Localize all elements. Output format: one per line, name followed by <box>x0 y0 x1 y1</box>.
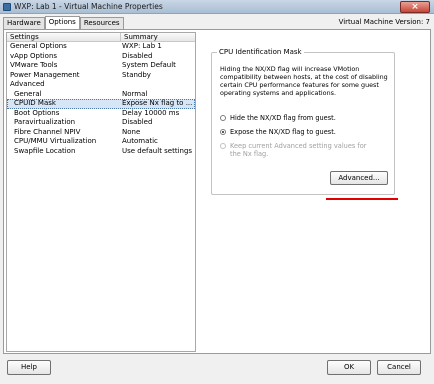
setting-name: Paravirtualization <box>14 118 76 126</box>
option-expose-nx-flag[interactable]: Expose the NX/XD flag to guest. <box>220 128 336 136</box>
group-title: CPU Identification Mask <box>217 48 304 56</box>
settings-row-cpuid-mask[interactable]: CPUID Mask Expose Nx flag to ... <box>7 99 195 109</box>
annotation-underline <box>326 198 398 200</box>
settings-row-fibre-channel-npiv[interactable]: Fibre Channel NPIV None <box>7 128 195 138</box>
advanced-button[interactable]: Advanced... <box>330 171 388 185</box>
properties-window: Hardware Options Resources Virtual Machi… <box>0 14 434 384</box>
setting-name: vApp Options <box>10 51 58 60</box>
option-expose-label: Expose the NX/XD flag to guest. <box>230 128 336 136</box>
settings-row-cpu-mmu-virtualization[interactable]: CPU/MMU Virtualization Automatic <box>7 137 195 147</box>
setting-summary: Use default settings <box>122 146 193 155</box>
option-hide-nx-flag[interactable]: Hide the NX/XD flag from guest. <box>220 114 336 122</box>
help-button[interactable]: Help <box>7 360 51 375</box>
vm-app-icon <box>3 3 11 11</box>
radio-hide[interactable] <box>220 115 226 121</box>
option-keep-label: Keep current Advanced setting values for… <box>230 142 367 158</box>
settings-table-header: Settings Summary <box>7 33 195 42</box>
setting-summary: None <box>122 127 141 136</box>
settings-table: Settings Summary General Options WXP: La… <box>6 32 196 352</box>
settings-row-swapfile-location[interactable]: Swapfile Location Use default settings <box>7 147 195 157</box>
setting-name: Boot Options <box>14 108 60 117</box>
title-bar: WXP: Lab 1 - Virtual Machine Properties … <box>0 0 434 14</box>
setting-summary: Disabled <box>122 118 153 126</box>
setting-name: Advanced <box>10 80 45 88</box>
cpu-identification-mask-group: CPU Identification Mask Hiding the NX/XD… <box>211 48 395 195</box>
settings-row-general-options[interactable]: General Options WXP: Lab 1 <box>7 42 195 52</box>
setting-summary: WXP: Lab 1 <box>122 42 162 50</box>
setting-summary: Disabled <box>122 51 153 60</box>
option-hide-label: Hide the NX/XD flag from guest. <box>230 114 336 122</box>
setting-summary: Standby <box>122 70 151 79</box>
setting-summary: System Default <box>122 61 176 69</box>
settings-row-boot-options[interactable]: Boot Options Delay 10000 ms <box>7 109 195 119</box>
settings-row-power-management[interactable]: Power Management Standby <box>7 71 195 81</box>
close-button[interactable]: × <box>400 1 430 13</box>
settings-row-vapp-options[interactable]: vApp Options Disabled <box>7 52 195 62</box>
radio-expose[interactable] <box>220 129 226 135</box>
setting-name: General Options <box>10 42 67 50</box>
setting-summary: Expose Nx flag to ... <box>122 99 193 107</box>
settings-row-vmware-tools[interactable]: VMware Tools System Default <box>7 61 195 71</box>
radio-keep <box>220 143 226 149</box>
settings-row-paravirtualization[interactable]: Paravirtualization Disabled <box>7 118 195 128</box>
setting-name: Fibre Channel NPIV <box>14 127 81 136</box>
setting-summary: Delay 10000 ms <box>122 108 180 117</box>
tab-options[interactable]: Options <box>44 16 80 29</box>
mask-description: Hiding the NX/XD flag will increase VMot… <box>220 65 388 97</box>
ok-button[interactable]: OK <box>327 360 371 375</box>
setting-name: CPUID Mask <box>14 99 56 107</box>
tab-strip: Hardware Options Resources <box>3 16 124 29</box>
settings-row-general[interactable]: General Normal <box>7 90 195 100</box>
vm-version-label: Virtual Machine Version: 7 <box>338 18 430 26</box>
setting-summary <box>122 80 195 90</box>
setting-name: Power Management <box>10 70 80 79</box>
settings-row-advanced[interactable]: Advanced <box>7 80 195 90</box>
column-header-settings[interactable]: Settings <box>7 33 121 41</box>
options-tab-page: Settings Summary General Options WXP: La… <box>3 29 431 354</box>
option-keep-current: Keep current Advanced setting values for… <box>220 142 370 158</box>
setting-name: General <box>14 89 42 98</box>
cancel-button[interactable]: Cancel <box>377 360 421 375</box>
setting-summary: Normal <box>122 89 148 98</box>
setting-name: CPU/MMU Virtualization <box>14 137 97 145</box>
window-title: WXP: Lab 1 - Virtual Machine Properties <box>14 2 163 11</box>
column-header-summary[interactable]: Summary <box>121 33 158 41</box>
setting-name: Swapfile Location <box>14 146 76 155</box>
setting-summary: Automatic <box>122 137 158 145</box>
setting-name: VMware Tools <box>10 61 58 69</box>
tab-resources[interactable]: Resources <box>79 17 124 29</box>
tab-hardware[interactable]: Hardware <box>3 17 45 29</box>
